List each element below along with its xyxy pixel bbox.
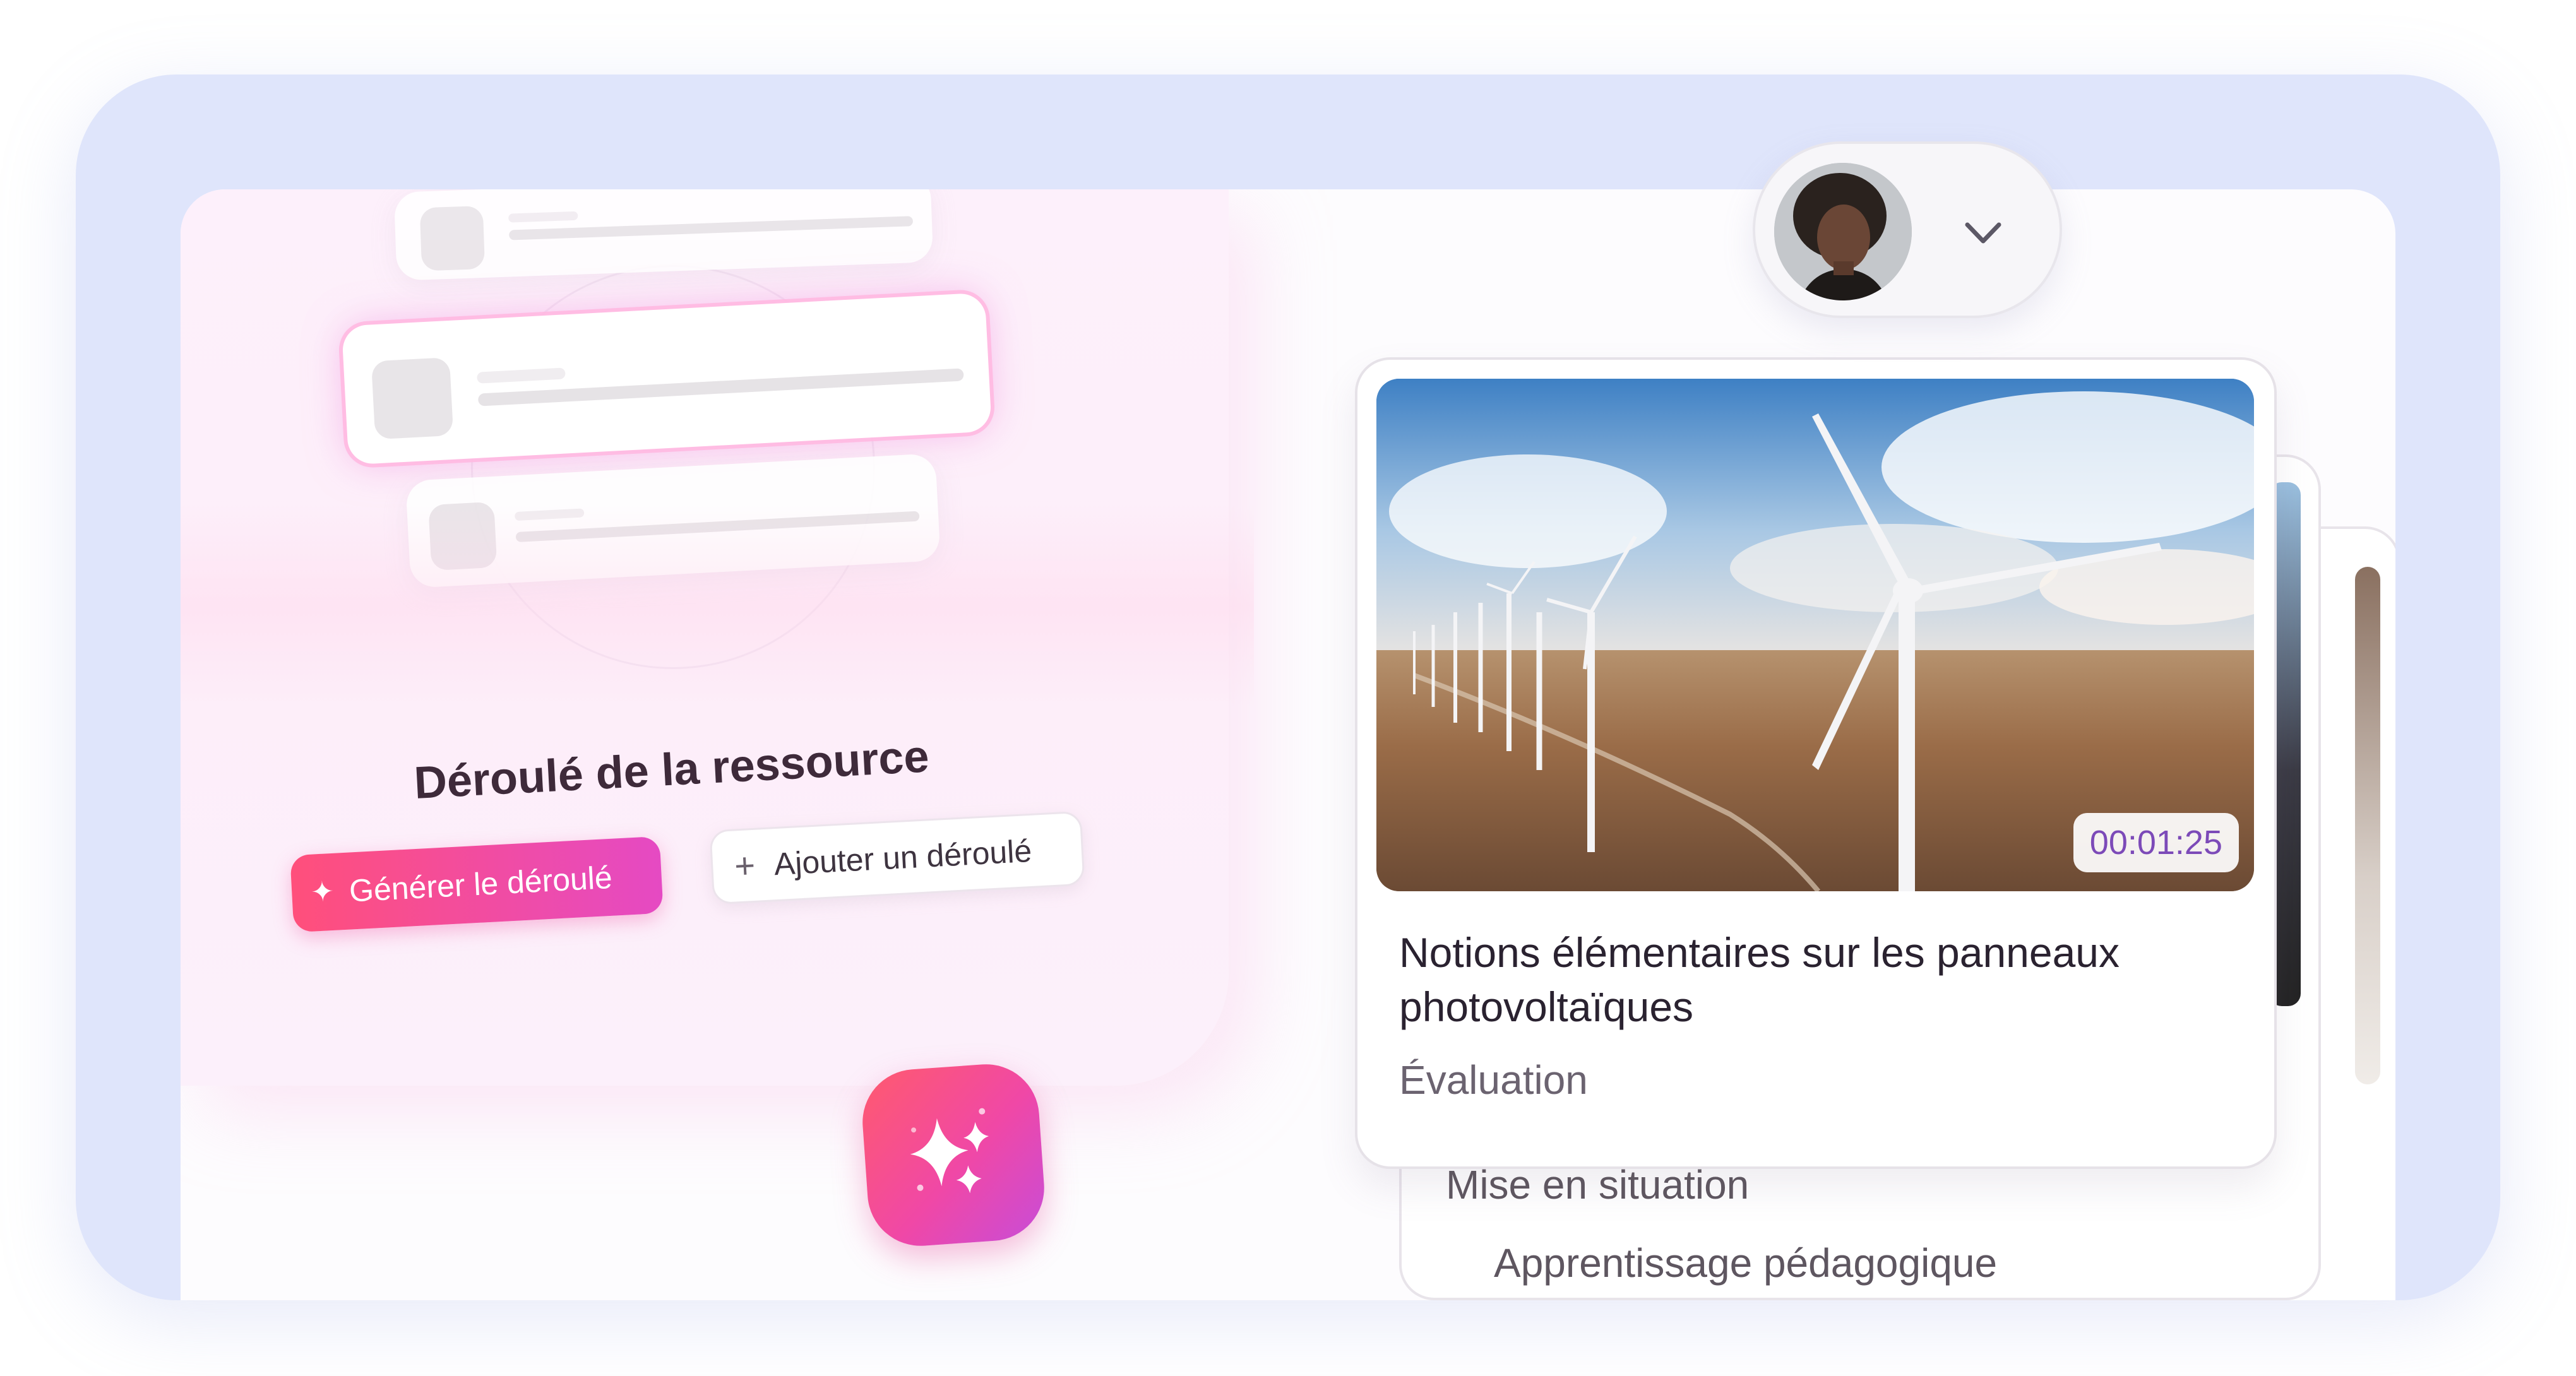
panel-title: Déroulé de la ressource	[412, 731, 931, 809]
resource-category-back-1: Mise en situation	[1446, 1162, 1750, 1207]
outline-item-placeholder-active[interactable]	[341, 292, 993, 465]
sparkles-icon	[910, 1108, 989, 1194]
profile-menu[interactable]	[1753, 141, 2062, 318]
sparkles-icon: ✦	[310, 875, 335, 908]
placeholder-line	[508, 211, 578, 223]
resource-category: Évaluation	[1399, 1057, 1588, 1103]
avatar-image	[1774, 163, 1912, 300]
resource-title[interactable]: Notions élémentaires sur les panneaux ph…	[1399, 925, 2220, 1034]
placeholder-thumbnail	[428, 501, 498, 571]
plus-icon: +	[733, 845, 756, 886]
placeholder-thumbnail	[371, 357, 454, 440]
duration-badge: 00:01:25	[2073, 813, 2239, 872]
placeholder-thumbnail	[419, 205, 486, 271]
placeholder-line	[515, 511, 920, 543]
resource-card[interactable]: 00:01:25 Notions élémentaires sur les pa…	[1355, 357, 2277, 1169]
placeholder-line	[514, 508, 585, 521]
add-outline-button[interactable]: + Ajouter un déroulé	[709, 810, 1085, 905]
app-screen: Déroulé de la ressource ✦ Générer le dér…	[181, 189, 2395, 1300]
placeholder-line	[477, 367, 566, 384]
card-thumbnail-edge	[2355, 567, 2380, 1084]
resource-outline-panel: Déroulé de la ressource ✦ Générer le dér…	[181, 189, 1254, 1086]
generate-outline-label: Générer le déroulé	[348, 859, 613, 909]
chevron-down-icon[interactable]	[1955, 205, 2012, 261]
user-avatar[interactable]	[1774, 163, 1912, 300]
resource-category-back-2: Apprentissage pédagogique	[1494, 1240, 1998, 1286]
outline-item-placeholder	[393, 189, 934, 281]
video-thumbnail[interactable]: 00:01:25	[1376, 379, 2254, 891]
ai-assistant-button[interactable]	[859, 1060, 1048, 1250]
add-outline-label: Ajouter un déroulé	[773, 833, 1033, 882]
generate-outline-button[interactable]: ✦ Générer le déroulé	[290, 836, 664, 933]
